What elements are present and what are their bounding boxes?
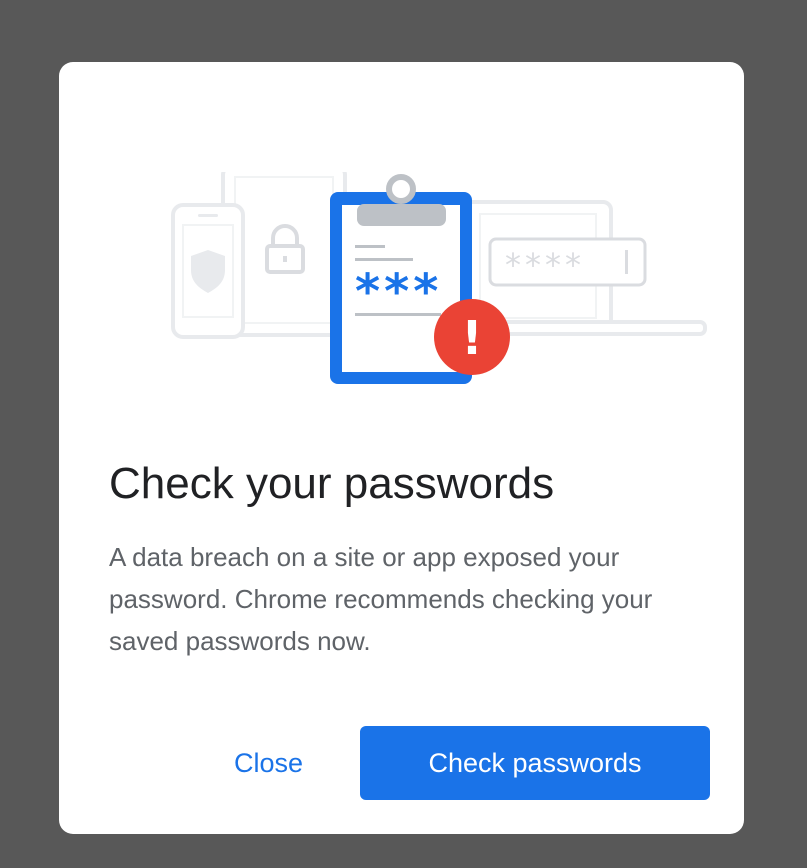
clipboard-stars: *** [355, 264, 442, 320]
dialog-body: A data breach on a site or app exposed y… [109, 542, 653, 656]
dialog-title: Check your passwords [109, 459, 555, 508]
alert-icon: ! [434, 299, 510, 375]
password-field-icon: **** [488, 237, 647, 287]
alert-mark: ! [462, 311, 483, 365]
password-field-stars: **** [505, 246, 585, 284]
password-checkup-illustration: **** *** ! [171, 172, 707, 384]
close-button[interactable]: Close [211, 726, 326, 800]
check-passwords-button[interactable]: Check passwords [360, 726, 710, 800]
